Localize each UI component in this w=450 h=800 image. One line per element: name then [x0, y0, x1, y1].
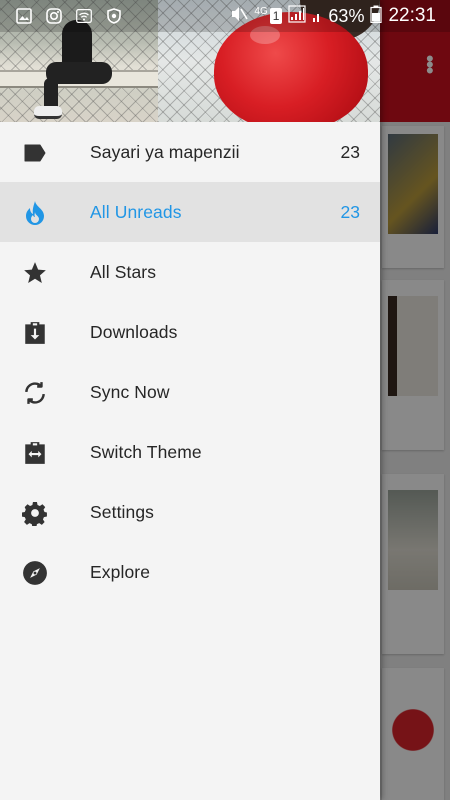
- menu-item-switch-theme[interactable]: Switch Theme: [0, 422, 380, 482]
- menu-item-label: Switch Theme: [90, 441, 202, 462]
- menu-item-all-stars[interactable]: All Stars: [0, 242, 380, 302]
- menu-item-all-unreads[interactable]: All Unreads 23: [0, 182, 380, 242]
- download-box-icon: [22, 320, 48, 346]
- menu-item-sayari-ya-mapenzii[interactable]: Sayari ya mapenzii 23: [0, 122, 380, 182]
- shield-icon: [106, 8, 122, 24]
- menu-item-label: Sayari ya mapenzii: [90, 141, 240, 162]
- wifi-hotspot-icon: [76, 8, 92, 24]
- menu-item-label: All Stars: [90, 261, 157, 282]
- person-figure: [34, 20, 120, 119]
- unread-count: 23: [340, 141, 360, 162]
- mute-icon: [230, 5, 249, 28]
- sim-indicator: 1: [269, 8, 283, 24]
- drawer-menu: Sayari ya mapenzii 23 All Unreads 23 All…: [0, 122, 380, 602]
- menu-item-label: All Unreads: [90, 201, 182, 222]
- clock: 22:31: [388, 5, 436, 26]
- status-bar: 4G 1 63% 22:31: [0, 0, 450, 32]
- signal-icon-secondary: [312, 5, 322, 28]
- menu-item-explore[interactable]: Explore: [0, 542, 380, 602]
- menu-item-label: Explore: [90, 561, 151, 582]
- switch-theme-icon: [22, 440, 48, 466]
- menu-item-downloads[interactable]: Downloads: [0, 302, 380, 362]
- instagram-icon: [46, 8, 62, 24]
- menu-item-label: Sync Now: [90, 381, 170, 402]
- menu-item-label: Downloads: [90, 321, 178, 342]
- gallery-icon: [16, 8, 32, 24]
- navigation-drawer: Sayari ya mapenzii 23 All Unreads 23 All…: [0, 0, 380, 800]
- battery-percent: 63%: [328, 5, 365, 26]
- gear-icon: [22, 500, 48, 526]
- flame-icon: [22, 200, 48, 226]
- star-icon: [22, 260, 48, 286]
- battery-icon: [370, 5, 383, 28]
- menu-item-settings[interactable]: Settings: [0, 482, 380, 542]
- compass-icon: [22, 560, 48, 586]
- menu-item-label: Settings: [90, 501, 155, 522]
- network-type: 4G: [254, 6, 268, 17]
- signal-icon: [288, 4, 307, 28]
- menu-item-sync-now[interactable]: Sync Now: [0, 362, 380, 422]
- sync-icon: [22, 380, 48, 406]
- unread-count: 23: [340, 201, 360, 222]
- status-bar-right: 4G 1 63% 22:31: [230, 4, 436, 28]
- label-icon: [22, 140, 48, 166]
